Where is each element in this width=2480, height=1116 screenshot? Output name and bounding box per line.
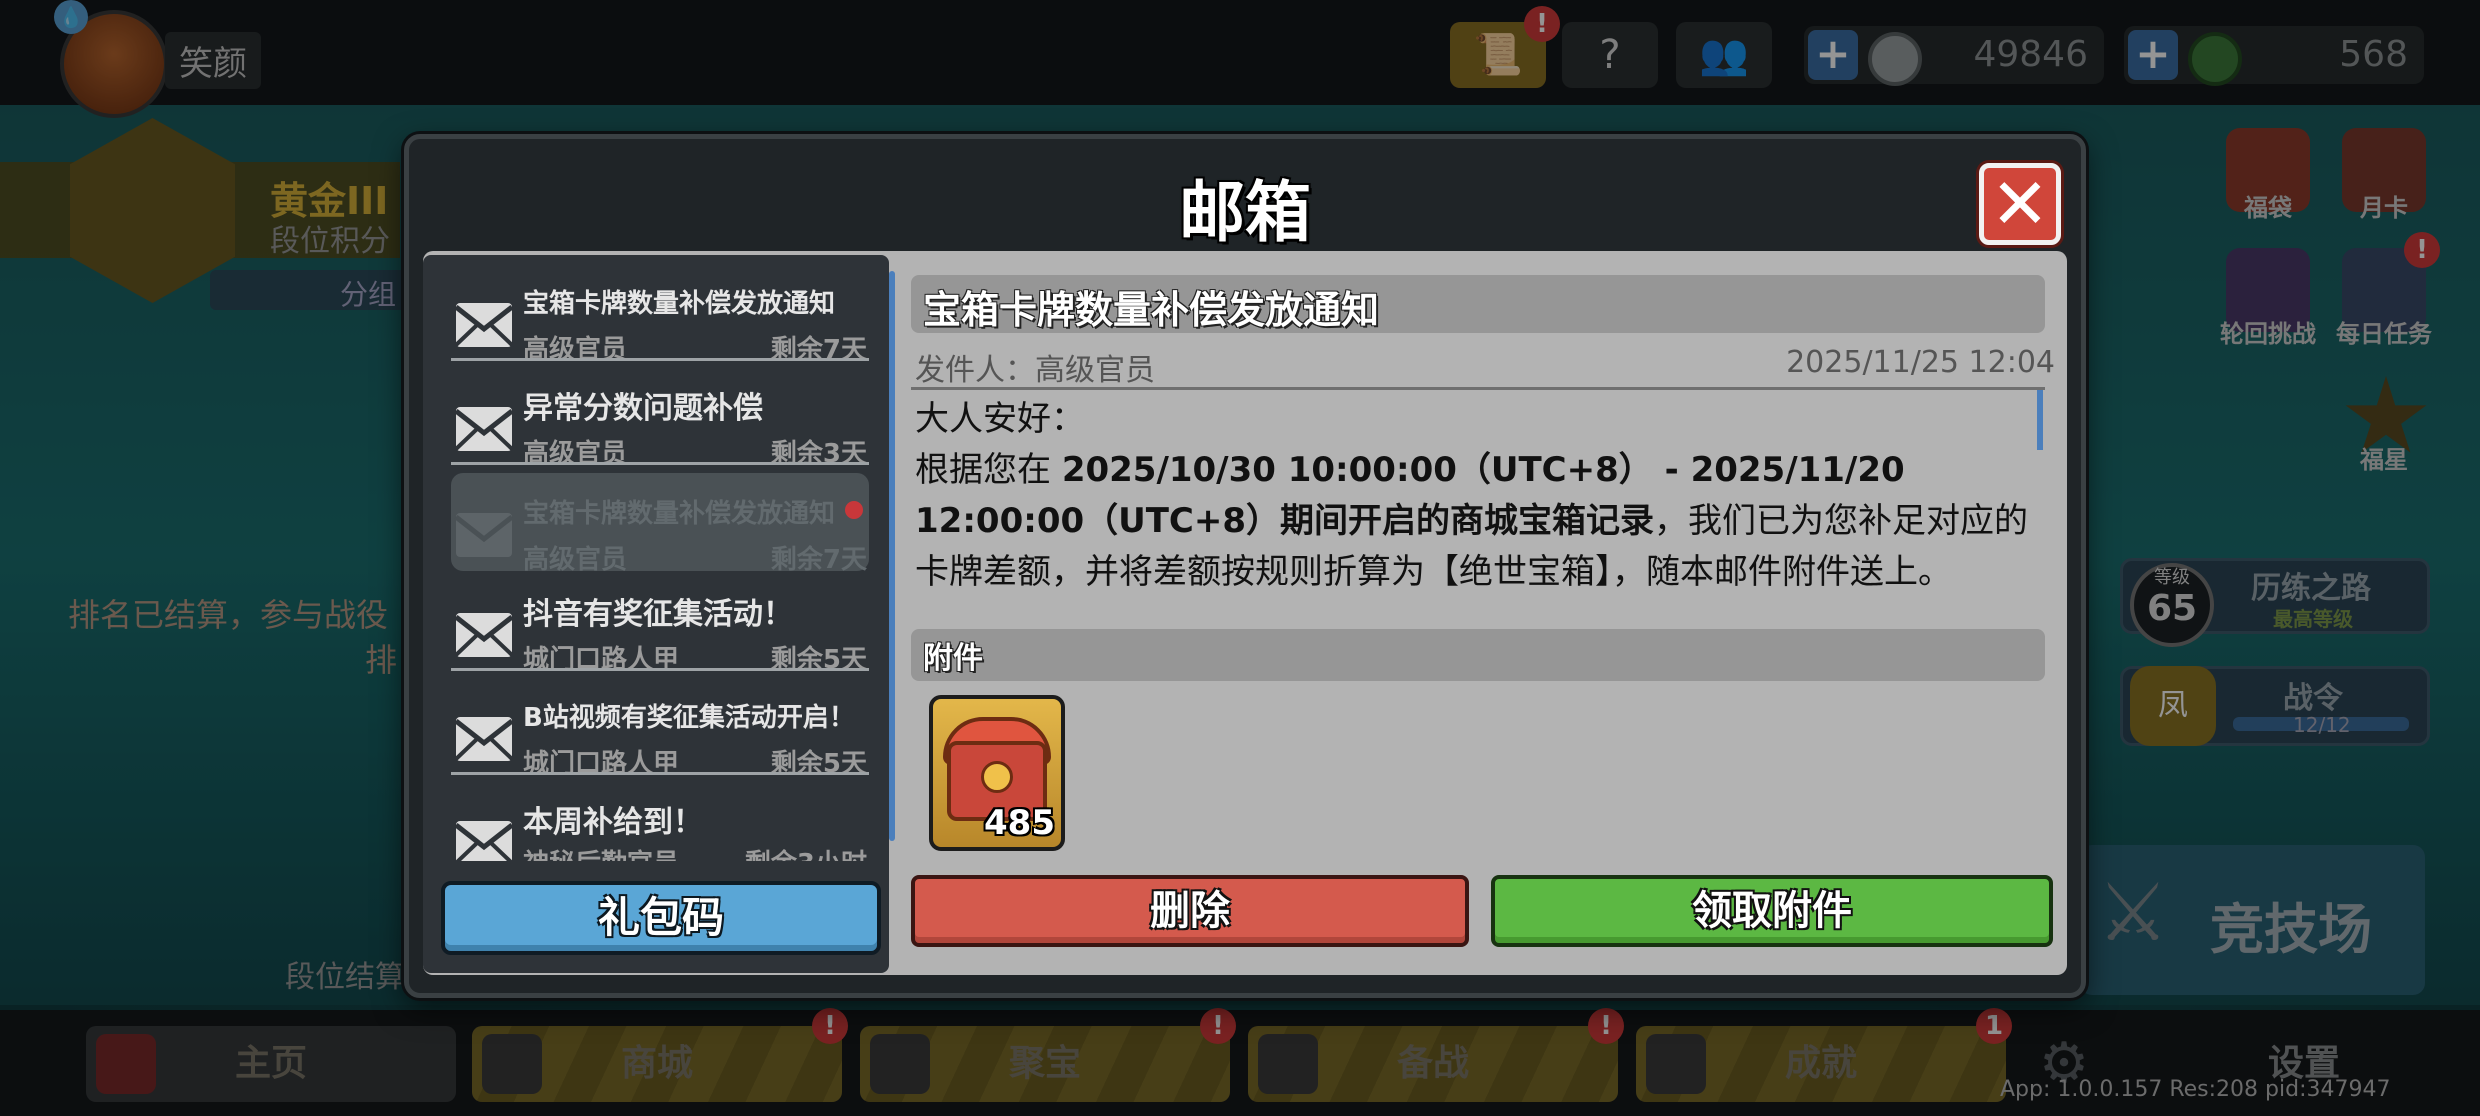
mail-sender: 高级官员 — [523, 545, 628, 575]
mail-subject: 异常分数问题补偿 — [523, 391, 763, 426]
mail-paragraph-prefix: 根据您在 — [915, 450, 1051, 490]
attachment-count: 485 — [984, 803, 1055, 843]
mail-body-text: 大人安好： 根据您在 2025/10/30 10:00:00（UTC+8） - … — [915, 394, 2031, 598]
mail-sender: 神秘后勤官员 — [523, 843, 679, 861]
attachment-chest[interactable]: 485 — [929, 695, 1065, 851]
divider — [451, 772, 869, 775]
claim-label: 领取附件 — [1692, 888, 1852, 934]
divider — [451, 358, 869, 361]
gift-code-label: 礼包码 — [597, 893, 724, 942]
mail-detail-sender: 发件人：高级官员 — [915, 353, 1155, 388]
mail-remaining: 剩余7天 — [770, 545, 867, 575]
attachments-label: 附件 — [923, 641, 983, 676]
divider — [451, 462, 869, 465]
mail-remaining: 剩余3小时 — [745, 843, 867, 861]
dialog-title: 邮箱 — [1179, 174, 1311, 251]
envelope-icon — [454, 513, 514, 557]
close-icon: ✕ — [1990, 163, 2050, 245]
envelope-icon — [454, 821, 514, 861]
mail-subject: B站视频有奖征集活动开启！ — [523, 703, 855, 733]
mail-list-item[interactable]: 本周补给到！ 神秘后勤官员 剩余3小时 — [451, 781, 869, 861]
mail-subject: 本周补给到！ — [523, 805, 703, 840]
mail-body[interactable]: 大人安好： 根据您在 2025/10/30 10:00:00（UTC+8） - … — [911, 387, 2045, 612]
mail-list-item-selected[interactable]: 宝箱卡牌数量补偿发放通知 高级官员 剩余7天 — [451, 473, 869, 575]
delete-button[interactable]: 删除 — [911, 875, 1469, 947]
mail-list-item[interactable]: 抖音有奖征集活动！ 城门口路人甲 剩余5天 — [451, 573, 869, 675]
mail-list-item[interactable]: 异常分数问题补偿 高级官员 剩余3天 — [451, 367, 869, 469]
mail-detail-title: 宝箱卡牌数量补偿发放通知 — [923, 288, 1380, 332]
gift-code-button[interactable]: 礼包码 — [441, 881, 881, 955]
mail-paragraph: 根据您在 2025/10/30 10:00:00（UTC+8） - 2025/1… — [915, 445, 2031, 598]
mail-list-item[interactable]: 宝箱卡牌数量补偿发放通知 高级官员 剩余7天 — [451, 263, 869, 365]
close-button[interactable]: ✕ — [1979, 163, 2061, 245]
envelope-icon — [454, 717, 514, 761]
mail-body-scrollbar[interactable] — [2037, 390, 2043, 450]
chest-lock — [981, 761, 1013, 793]
mail-list-scrollbar[interactable] — [889, 271, 895, 841]
mail-subject: 宝箱卡牌数量补偿发放通知 — [523, 499, 836, 529]
envelope-icon — [454, 613, 514, 657]
delete-label: 删除 — [1150, 888, 1230, 934]
mailbox-dialog: 邮箱 ✕ 宝箱卡牌数量补偿发放通知 高级官员 剩余7天 异常分数问题补偿 高级官… — [404, 134, 2086, 998]
mail-list[interactable]: 宝箱卡牌数量补偿发放通知 高级官员 剩余7天 异常分数问题补偿 高级官员 剩余3… — [423, 255, 895, 973]
mail-greeting: 大人安好： — [915, 399, 1085, 439]
claim-attachments-button[interactable]: 领取附件 — [1491, 875, 2053, 947]
mail-list-item[interactable]: B站视频有奖征集活动开启！ 城门口路人甲 剩余5天 — [451, 677, 869, 779]
mail-subject: 抖音有奖征集活动！ — [523, 597, 793, 632]
envelope-icon — [454, 303, 514, 347]
envelope-icon — [454, 407, 514, 451]
attachments-bar — [911, 629, 2045, 681]
mail-subject: 宝箱卡牌数量补偿发放通知 — [523, 289, 836, 319]
mail-detail-date: 2025/11/25 12:04 — [1786, 345, 2055, 380]
unread-dot — [845, 501, 863, 519]
divider — [451, 668, 869, 671]
